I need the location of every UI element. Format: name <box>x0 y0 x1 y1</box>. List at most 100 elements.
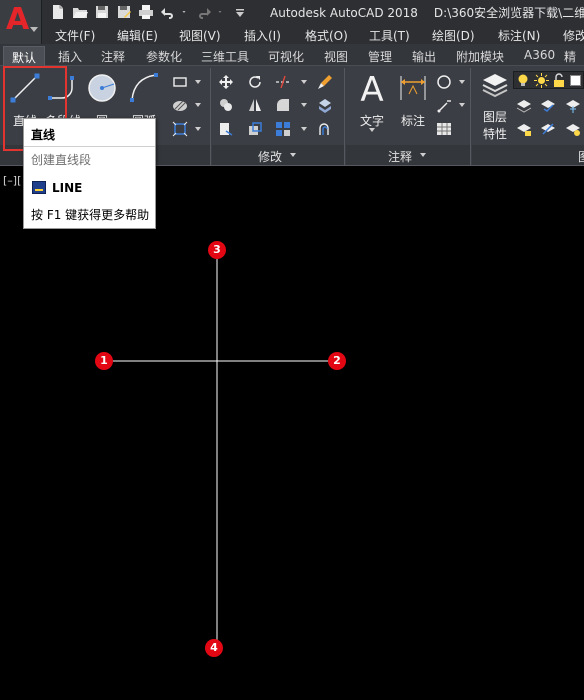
scale-icon[interactable] <box>247 121 263 137</box>
text-button-label: 文字 <box>359 114 384 128</box>
redo-dropdown-icon[interactable] <box>218 4 226 20</box>
tab-insert[interactable]: 插入 <box>58 48 82 65</box>
menu-bar: 文件(F) 编辑(E) 视图(V) 插入(I) 格式(O) 工具(T) 绘图(D… <box>42 25 584 44</box>
arc-tool-icon <box>130 73 158 102</box>
chevron-down-icon[interactable] <box>290 153 296 157</box>
dimension-button-label: 标注 <box>400 114 425 128</box>
menu-dimension[interactable]: 标注(N) <box>498 27 540 44</box>
tab-add-ins[interactable]: 附加模块 <box>456 48 504 65</box>
tab-visualize[interactable]: 可视化 <box>268 48 304 65</box>
chevron-down-icon[interactable] <box>459 80 465 84</box>
layer-isolate-icon[interactable] <box>540 97 556 113</box>
lightbulb-icon <box>518 74 528 86</box>
panel-divider <box>344 68 345 165</box>
copy-icon[interactable] <box>218 97 234 113</box>
layer-props-label-line1: 图层 <box>482 110 507 124</box>
customize-qat-icon[interactable] <box>232 4 248 20</box>
menu-modify[interactable]: 修改 <box>563 27 584 44</box>
chevron-down-icon[interactable] <box>459 103 465 107</box>
arc-button[interactable]: 圆弧 <box>124 70 164 128</box>
tab-3d-tools[interactable]: 三维工具 <box>201 48 249 65</box>
boundary-icon[interactable] <box>172 121 188 137</box>
title-bar: Autodesk AutoCAD 2018 D:\360安全浏览器下载\二维 <box>0 0 584 25</box>
layer-freeze-icon[interactable] <box>565 97 581 113</box>
menu-edit[interactable]: 编辑(E) <box>117 27 158 44</box>
layer-off-icon[interactable] <box>516 97 532 113</box>
menu-draw[interactable]: 绘图(D) <box>432 27 475 44</box>
array-icon[interactable] <box>275 121 291 137</box>
layer-match-icon[interactable] <box>540 121 556 137</box>
menu-format[interactable]: 格式(O) <box>305 27 348 44</box>
trim-icon[interactable] <box>275 74 291 90</box>
drawing-canvas[interactable] <box>0 166 584 700</box>
layer-color-swatch <box>570 75 581 86</box>
point-marker-3: 3 <box>208 241 226 259</box>
layers-panel-footer[interactable] <box>472 145 584 165</box>
layer-properties-button[interactable]: 图层 特性 <box>475 70 515 141</box>
menu-insert[interactable]: 插入(I) <box>244 27 281 44</box>
annotate-panel-title[interactable]: 注释 <box>388 148 412 165</box>
rectangle-icon[interactable] <box>172 74 188 90</box>
menu-view[interactable]: 视图(V) <box>179 27 221 44</box>
chevron-down-icon[interactable] <box>301 127 307 131</box>
save-as-icon[interactable] <box>116 4 132 20</box>
plot-icon[interactable] <box>138 4 154 20</box>
chevron-down-icon[interactable] <box>420 153 426 157</box>
multileader-icon[interactable] <box>436 97 452 113</box>
tab-a360[interactable]: A360 <box>524 48 555 62</box>
save-icon[interactable] <box>94 4 110 20</box>
leader-icon[interactable] <box>436 74 452 90</box>
layer-props-label-line2: 特性 <box>482 127 507 141</box>
stretch-icon[interactable] <box>218 121 234 137</box>
layer-lock-icon[interactable] <box>516 121 532 137</box>
menu-file[interactable]: 文件(F) <box>55 27 95 44</box>
layer-walk-icon[interactable] <box>565 121 581 137</box>
application-menu-button[interactable]: A <box>0 0 42 44</box>
unlock-icon <box>554 73 564 87</box>
tab-annotate[interactable]: 注释 <box>101 48 125 65</box>
tab-parametric[interactable]: 参数化 <box>146 48 182 65</box>
modify-panel-title[interactable]: 修改 <box>258 148 282 165</box>
hatch-icon[interactable] <box>172 97 188 113</box>
chevron-down-icon[interactable] <box>369 128 375 132</box>
tab-view[interactable]: 视图 <box>324 48 348 65</box>
line-tooltip: 直线 创建直线段 LINE 按 F1 键获得更多帮助 <box>23 118 156 229</box>
layers-panel-title[interactable]: 图 <box>578 148 584 165</box>
tab-manage[interactable]: 管理 <box>368 48 392 65</box>
offset-icon[interactable] <box>317 121 333 137</box>
autocad-logo-icon: A <box>6 2 30 37</box>
undo-dropdown-icon[interactable] <box>182 4 190 20</box>
chevron-down-icon[interactable] <box>195 103 201 107</box>
explode-icon[interactable] <box>317 97 333 113</box>
window-title: Autodesk AutoCAD 2018 D:\360安全浏览器下载\二维 <box>270 4 584 21</box>
chevron-down-icon[interactable] <box>195 127 201 131</box>
menu-tools[interactable]: 工具(T) <box>369 27 410 44</box>
dimension-button[interactable]: 标注 <box>393 70 433 128</box>
erase-icon[interactable] <box>317 74 333 90</box>
mirror-icon[interactable] <box>247 97 263 113</box>
tab-output[interactable]: 输出 <box>412 48 436 65</box>
point-marker-2: 2 <box>328 352 346 370</box>
tooltip-divider <box>24 146 155 147</box>
move-icon[interactable] <box>218 74 234 90</box>
tooltip-title: 直线 <box>31 128 56 142</box>
redo-icon[interactable] <box>196 4 212 20</box>
point-marker-4: 4 <box>205 639 223 657</box>
rotate-icon[interactable] <box>247 74 263 90</box>
text-button[interactable]: A 文字 <box>352 70 392 128</box>
chevron-down-icon[interactable] <box>195 80 201 84</box>
ribbon-tab-bar: 默认 插入 注释 参数化 三维工具 可视化 视图 管理 输出 附加模块 A360… <box>0 44 584 69</box>
circle-button[interactable]: 圆 <box>82 70 122 128</box>
undo-icon[interactable] <box>160 4 176 20</box>
new-file-icon[interactable] <box>50 4 66 20</box>
layer-dropdown[interactable] <box>513 71 584 89</box>
command-icon <box>32 181 46 194</box>
open-folder-icon[interactable] <box>72 4 88 20</box>
chevron-down-icon[interactable] <box>301 103 307 107</box>
chevron-down-icon[interactable] <box>301 80 307 84</box>
chevron-down-icon <box>30 27 38 32</box>
fillet-icon[interactable] <box>275 97 291 113</box>
tab-featured[interactable]: 精 <box>564 48 576 65</box>
quick-access-toolbar <box>50 3 248 21</box>
table-icon[interactable] <box>436 121 452 137</box>
